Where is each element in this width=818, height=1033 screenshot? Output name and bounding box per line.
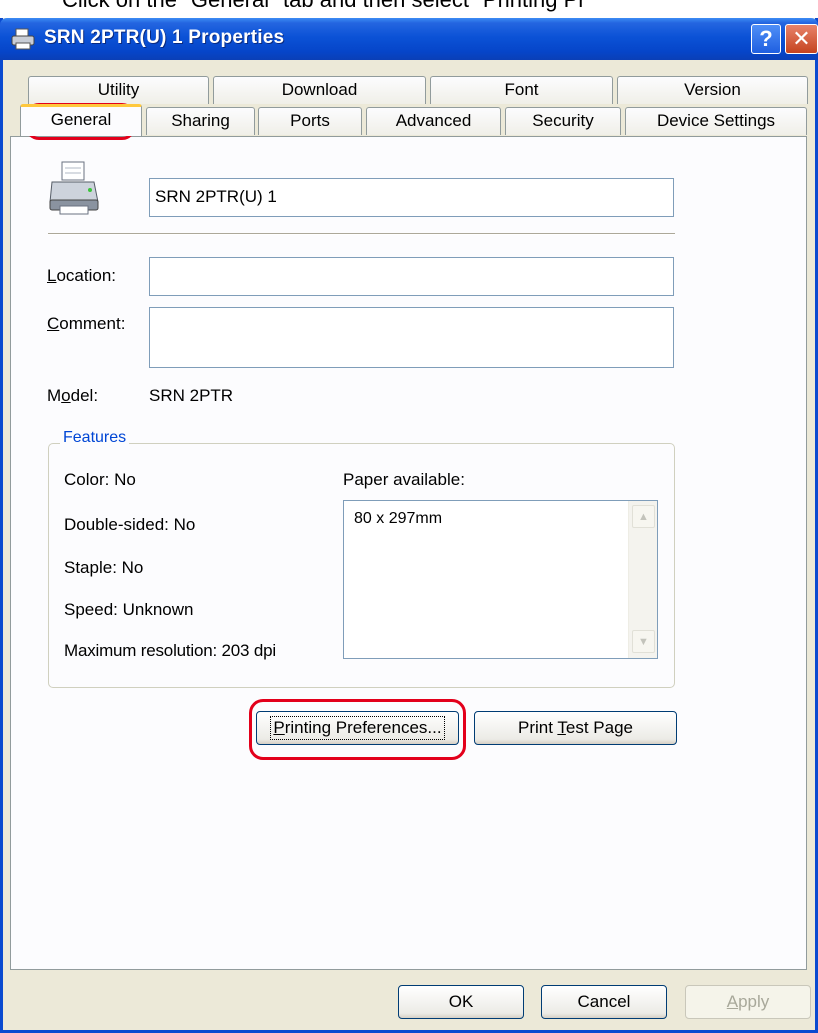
location-input[interactable] xyxy=(149,257,674,296)
printing-preferences-button[interactable]: Printing Preferences... xyxy=(256,711,459,745)
feature-max-resolution: Maximum resolution: 203 dpi xyxy=(64,641,276,660)
printing-preferences-label: Printing Preferences... xyxy=(270,716,445,740)
close-icon: ✕ xyxy=(792,26,811,51)
tab-security[interactable]: Security xyxy=(505,107,621,135)
instruction-text: Click on the "General" tab and then sele… xyxy=(62,0,586,13)
tab-advanced[interactable]: Advanced xyxy=(366,107,501,135)
window-title: SRN 2PTR(U) 1 Properties xyxy=(44,27,285,48)
paper-list-scrollbar[interactable]: ▲ ▼ xyxy=(628,501,657,658)
paper-available-label: Paper available: xyxy=(343,470,465,489)
tab-general[interactable]: General xyxy=(20,104,142,136)
feature-double-sided: Double-sided: No xyxy=(64,515,196,534)
feature-speed: Speed: Unknown xyxy=(64,600,194,619)
ok-button[interactable]: OK xyxy=(398,985,524,1019)
list-item[interactable]: 80 x 297mm xyxy=(354,510,442,528)
printer-icon xyxy=(11,28,35,50)
printer-large-icon xyxy=(49,161,99,215)
help-button[interactable]: ? xyxy=(751,24,781,54)
close-button[interactable]: ✕ xyxy=(785,24,818,54)
paper-available-list[interactable]: 80 x 297mm ▲ ▼ xyxy=(343,500,658,659)
separator xyxy=(48,233,675,235)
apply-label: Apply xyxy=(726,992,770,1011)
tab-download[interactable]: Download xyxy=(213,76,426,104)
features-legend: Features xyxy=(60,429,130,447)
tab-sharing[interactable]: Sharing xyxy=(146,107,255,135)
model-value: SRN 2PTR xyxy=(149,386,234,405)
cancel-button[interactable]: Cancel xyxy=(541,985,667,1019)
comment-input[interactable] xyxy=(149,307,674,368)
title-bar[interactable]: SRN 2PTR(U) 1 Properties ? ✕ xyxy=(0,18,818,60)
feature-color: Color: No xyxy=(64,470,136,489)
tab-device-settings[interactable]: Device Settings xyxy=(625,107,807,135)
feature-staple: Staple: No xyxy=(64,558,144,577)
scroll-down-icon[interactable]: ▼ xyxy=(632,630,655,653)
tab-ports[interactable]: Ports xyxy=(258,107,362,135)
model-label: Model: xyxy=(47,386,99,405)
tab-font[interactable]: Font xyxy=(430,76,613,104)
comment-label: Comment: xyxy=(47,314,126,333)
apply-button[interactable]: Apply xyxy=(685,985,811,1019)
tab-utility[interactable]: Utility xyxy=(28,76,209,104)
scroll-up-icon[interactable]: ▲ xyxy=(632,505,655,528)
printer-name-input[interactable]: SRN 2PTR(U) 1 xyxy=(149,178,674,217)
location-label: Location: xyxy=(47,266,117,285)
print-test-page-label: Print Test Page xyxy=(518,718,633,737)
tab-version[interactable]: Version xyxy=(617,76,808,104)
print-test-page-button[interactable]: Print Test Page xyxy=(474,711,677,745)
